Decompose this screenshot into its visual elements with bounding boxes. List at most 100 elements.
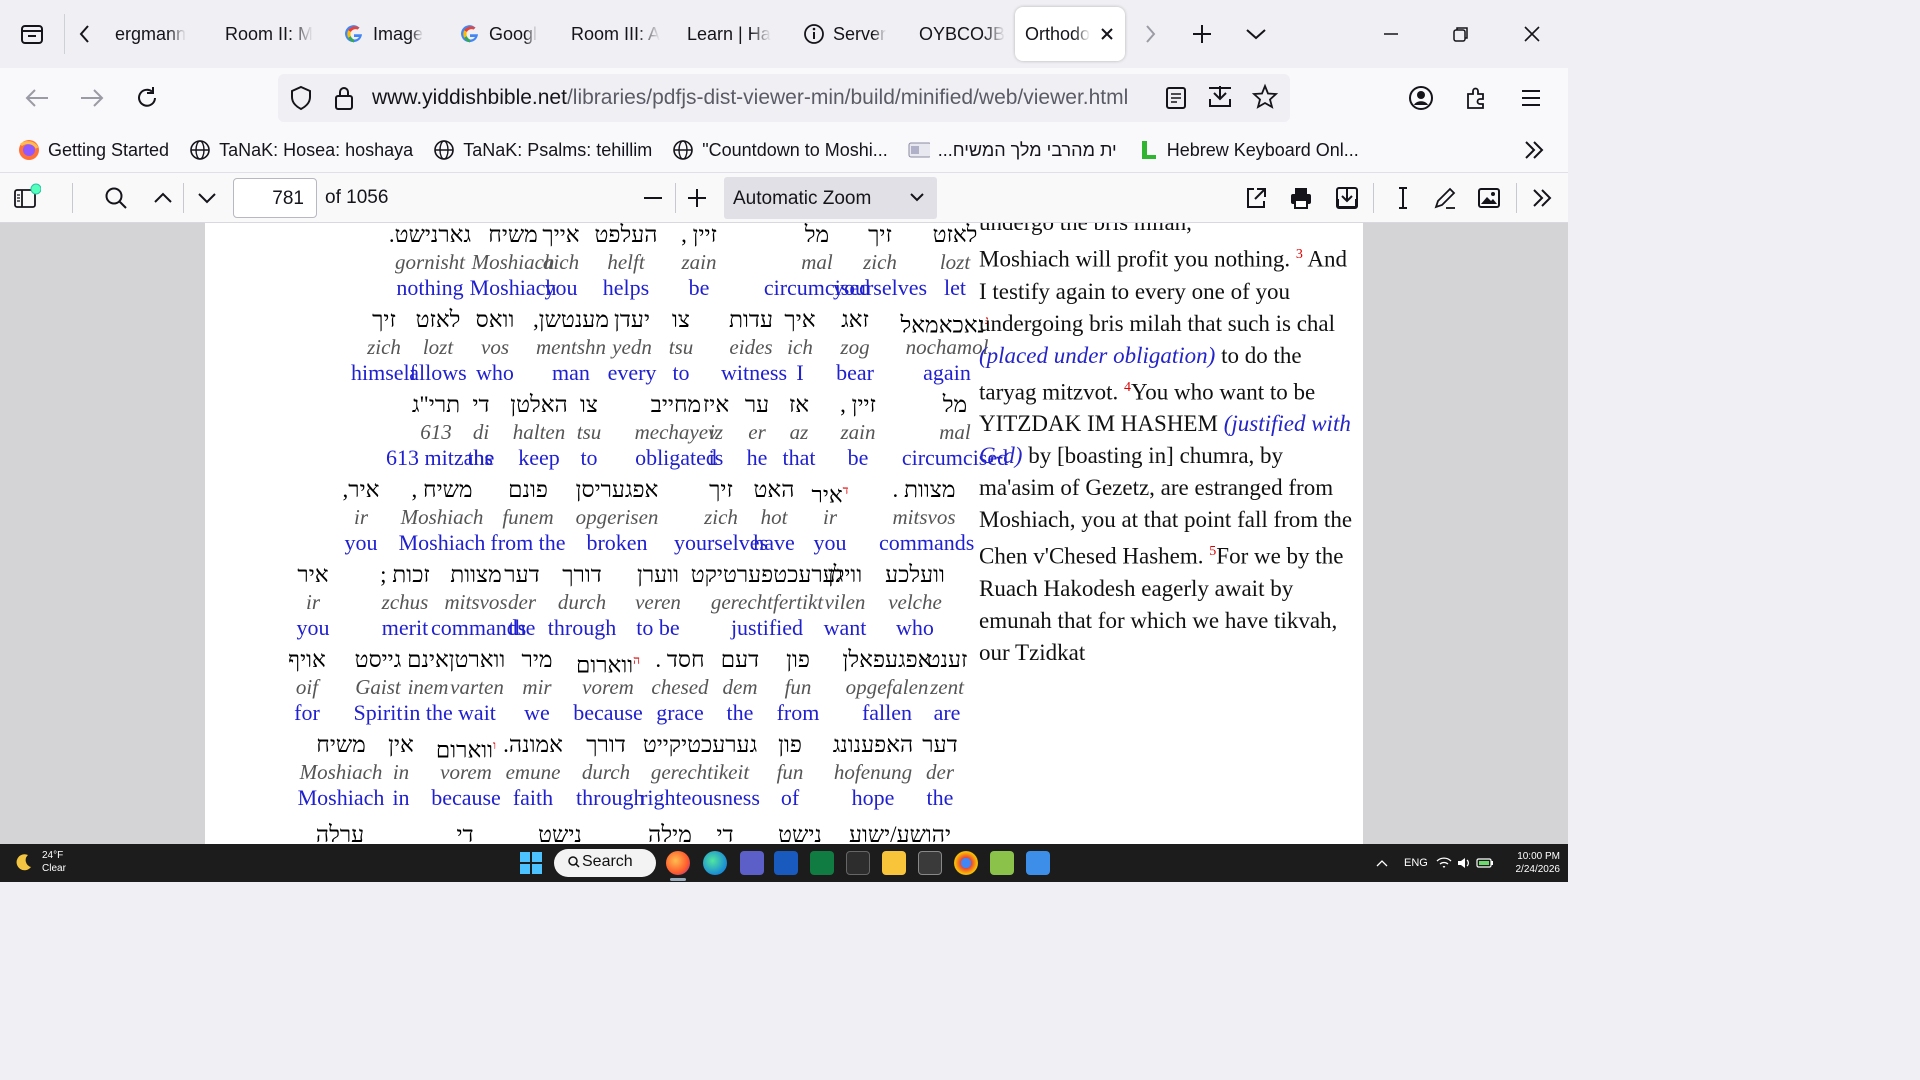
tab-title: Orthodo: [1025, 23, 1091, 44]
draw-tool-button[interactable]: [1426, 179, 1464, 217]
system-clock[interactable]: 10:00 PM 2/24/2026: [1498, 850, 1561, 876]
weather-widget[interactable]: 24°F Clear: [14, 849, 66, 875]
chevron-left-icon: [77, 23, 93, 45]
browser-tab[interactable]: Room II: M: [215, 7, 333, 61]
transliteration: helft: [607, 250, 645, 274]
word-taskbar-icon[interactable]: [774, 851, 798, 875]
pdf-viewer-container[interactable]: לאזט lozt let זיך zich yourselves מל mal circumc…: [0, 223, 1568, 844]
scroll-tabs-left-button[interactable]: [65, 0, 105, 68]
app-menu-button[interactable]: [1511, 78, 1551, 118]
secondary-toolbar-button[interactable]: [1523, 179, 1561, 217]
yiddish-word: הווארום: [568, 646, 648, 678]
browser-tab[interactable]: Room III: A: [561, 7, 677, 61]
next-page-button[interactable]: [188, 179, 226, 217]
show-hidden-icons-button[interactable]: [1376, 844, 1388, 882]
browser-tab[interactable]: Googl: [449, 7, 561, 61]
interlinear-word: אויף oif for: [285, 646, 329, 726]
url-bar[interactable]: www.yiddishbible.net/libraries/pdfjs-dis…: [278, 74, 1290, 122]
save-button[interactable]: [1328, 179, 1366, 217]
previous-page-button[interactable]: [144, 179, 182, 217]
interlinear-word: זיין , zain be: [828, 391, 888, 471]
language-indicator[interactable]: ENG: [1404, 844, 1428, 882]
zoom-select[interactable]: Automatic Zoom: [724, 177, 937, 219]
interlinear-word: ווארטן varten wait: [447, 646, 507, 726]
transliteration: zain: [681, 250, 717, 274]
file-explorer-taskbar-icon[interactable]: [882, 851, 906, 875]
list-all-tabs-button[interactable]: [1229, 0, 1283, 68]
english-gloss: in the: [403, 700, 453, 725]
reader-view-icon[interactable]: [1164, 85, 1188, 111]
interlinear-word: האלטן halten keep: [504, 391, 574, 471]
bookmark-item[interactable]: Hebrew Keyboard Onl...: [1137, 139, 1359, 161]
more-bookmarks-button[interactable]: [1522, 138, 1546, 162]
app-taskbar-icon[interactable]: [918, 851, 942, 875]
bookmark-star-icon[interactable]: [1251, 83, 1279, 111]
browser-tab[interactable]: Orthodo: [1015, 7, 1125, 61]
bookmark-item[interactable]: TaNaK: Hosea: hoshaya: [189, 139, 413, 161]
yiddish-text: חסד .: [655, 647, 705, 672]
excel-taskbar-icon[interactable]: [810, 851, 834, 875]
browser-tab[interactable]: ergmann: [105, 7, 215, 61]
restore-button[interactable]: [1426, 0, 1496, 68]
yiddish-text: זיין ,: [840, 392, 876, 417]
tab-title: ergmann: [115, 23, 187, 44]
terminal-taskbar-icon[interactable]: [846, 851, 870, 875]
english-gloss: nothing: [396, 275, 464, 300]
reload-button[interactable]: [127, 78, 167, 118]
bookmark-item[interactable]: "Countdown to Moshi...: [672, 139, 888, 161]
forward-button[interactable]: [72, 78, 112, 118]
text-tool-button[interactable]: [1384, 179, 1422, 217]
yiddish-text: מל: [804, 223, 830, 247]
back-button[interactable]: [17, 78, 57, 118]
teams-taskbar-icon[interactable]: [740, 851, 764, 875]
url-text[interactable]: www.yiddishbible.net/libraries/pdfjs-dis…: [372, 86, 1172, 110]
print-button[interactable]: [1282, 179, 1320, 217]
browser-tab[interactable]: Server: [793, 7, 909, 61]
browser-tab[interactable]: OYBCOJBC: [909, 7, 1015, 61]
yiddish-text: נישט: [778, 822, 822, 844]
new-tab-button[interactable]: [1175, 0, 1229, 68]
minimize-button[interactable]: [1356, 0, 1426, 68]
yiddish-word: מצוות .: [879, 476, 969, 504]
page-number-input[interactable]: 781: [233, 178, 317, 218]
close-tab-icon[interactable]: [1099, 26, 1115, 42]
zoom-in-button[interactable]: [678, 179, 716, 217]
sidebar-icon: [11, 183, 41, 213]
edge-taskbar-icon[interactable]: [703, 851, 727, 875]
notepad-taskbar-icon[interactable]: [990, 851, 1014, 875]
english-gloss: grace: [656, 700, 704, 725]
find-button[interactable]: [97, 179, 135, 217]
yiddish-word: נישט: [765, 821, 835, 844]
account-button[interactable]: [1401, 78, 1441, 118]
app-taskbar-icon[interactable]: [1026, 851, 1050, 875]
open-file-button[interactable]: [1237, 179, 1275, 217]
yiddish-text: משיח: [316, 732, 366, 757]
tab-list-button[interactable]: [0, 0, 64, 68]
close-window-button[interactable]: [1497, 0, 1567, 68]
hamburger-menu-icon: [1520, 88, 1542, 108]
start-button[interactable]: [520, 852, 542, 874]
lock-icon[interactable]: [332, 85, 356, 111]
extensions-button[interactable]: [1456, 78, 1496, 118]
interlinear-row: וועלכע velche who ווילן vilen want גערעכטפערטי…: [285, 561, 969, 645]
card-icon: [908, 139, 930, 161]
bookmark-item[interactable]: ...ית מהרבי מלך המשיח: [908, 139, 1117, 161]
system-tray-icons[interactable]: [1436, 844, 1494, 882]
transliteration: zchus: [381, 590, 429, 614]
scroll-tabs-right-button[interactable]: [1125, 0, 1175, 68]
zoom-out-button[interactable]: [634, 179, 672, 217]
firefox-taskbar-icon[interactable]: [666, 851, 690, 875]
yiddish-word: צו: [666, 306, 696, 334]
taskbar-search[interactable]: Search: [554, 849, 656, 877]
bookmark-item[interactable]: Getting Started: [18, 139, 169, 161]
image-tool-button[interactable]: [1470, 179, 1508, 217]
browser-tab[interactable]: Learn | Ha: [677, 7, 793, 61]
browser-tab[interactable]: Image: [333, 7, 449, 61]
zoom-value: Automatic Zoom: [733, 188, 872, 209]
chrome-taskbar-icon[interactable]: [954, 851, 978, 875]
sidebar-toggle-button[interactable]: [7, 179, 45, 217]
yiddish-text: איר: [297, 562, 329, 587]
bookmark-item[interactable]: TaNaK: Psalms: tehillim: [433, 139, 652, 161]
tracking-shield-icon[interactable]: [288, 85, 314, 111]
download-page-icon[interactable]: [1206, 83, 1234, 111]
